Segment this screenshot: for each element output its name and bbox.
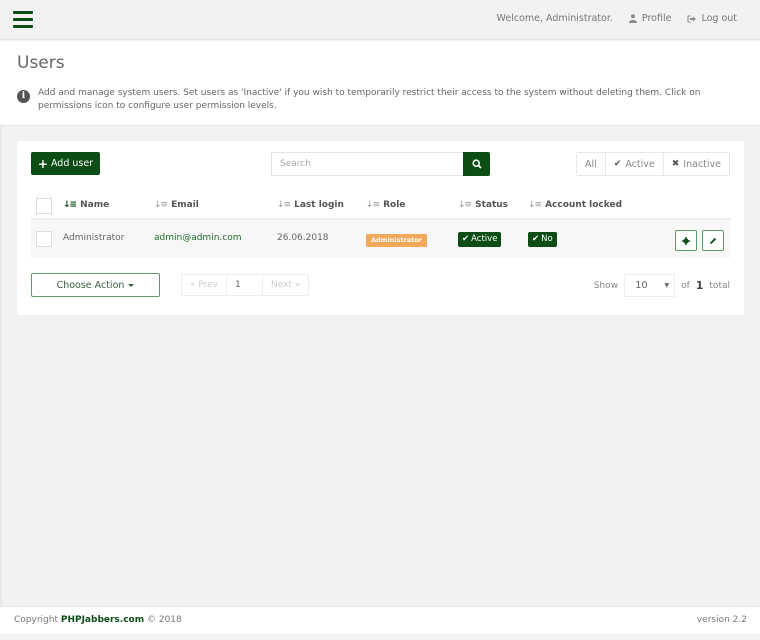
page-title: Users	[17, 53, 65, 73]
top-bar: Welcome, Administrator. Profile Log out	[0, 0, 760, 40]
sort-icon: ↓≡	[528, 200, 542, 210]
column-header-account-locked[interactable]: ↓≡ Account locked	[528, 200, 622, 210]
logout-label: Log out	[701, 13, 737, 24]
per-page-value: 10	[635, 280, 648, 291]
pencil-icon	[710, 237, 717, 244]
of-label: of	[681, 280, 690, 291]
logout-link[interactable]: Log out	[687, 13, 737, 24]
column-label: Last login	[294, 200, 344, 210]
user-icon	[628, 14, 637, 23]
column-label: Email	[171, 200, 199, 210]
account-locked-label: No	[541, 234, 553, 244]
table-row: Administrator admin@admin.com 26.06.2018…	[31, 220, 730, 258]
top-nav: Welcome, Administrator. Profile Log out	[497, 13, 738, 24]
search-input[interactable]	[271, 152, 463, 176]
status-badge[interactable]: ✔ Active	[458, 232, 502, 247]
filter-all-label: All	[585, 158, 597, 170]
check-icon: ✔	[462, 234, 470, 244]
copyright-prefix: Copyright	[14, 615, 58, 625]
copyright-suffix: © 2018	[146, 615, 182, 625]
sort-icon: ↓≡	[277, 200, 291, 210]
per-page-select[interactable]: 10 ▼	[624, 274, 676, 297]
caret-down-icon: ▼	[664, 282, 670, 289]
column-label: Name	[80, 200, 110, 210]
plus-icon: +	[37, 156, 48, 171]
prev-page-button[interactable]: « Prev	[182, 275, 226, 295]
profile-link[interactable]: Profile	[628, 13, 672, 24]
cell-last-login: 26.06.2018	[277, 233, 329, 243]
column-header-name[interactable]: ↓≡ Name	[63, 200, 109, 210]
gear-icon	[682, 236, 690, 245]
total-label: total	[709, 280, 730, 291]
row-checkbox[interactable]	[36, 231, 52, 247]
edit-button[interactable]	[702, 230, 724, 251]
sort-icon: ↓≡	[366, 200, 380, 210]
role-badge: Administrator	[366, 234, 427, 247]
filter-active[interactable]: ✔ Active	[604, 153, 663, 175]
times-icon: ✖	[671, 159, 680, 169]
welcome-text: Welcome, Administrator.	[496, 13, 613, 24]
page-header: Users i Add and manage system users. Set…	[0, 41, 760, 126]
column-header-email[interactable]: ↓≡ Email	[154, 200, 199, 210]
sign-out-icon	[687, 15, 697, 22]
info-text: Add and manage system users. Set users a…	[38, 88, 701, 111]
users-panel: + Add user All ✔Active ✖Inactive ↓≡Name …	[17, 141, 744, 315]
sort-icon: ↓≡	[458, 200, 472, 210]
column-header-role[interactable]: ↓≡ Role	[366, 200, 405, 210]
page-size-control: Show 10 ▼ of 1 total	[594, 274, 730, 297]
filter-active-label: Active	[625, 158, 655, 170]
column-header-last-login[interactable]: ↓≡ Last login	[277, 200, 344, 210]
choose-action-label: Choose Action	[56, 279, 125, 291]
search-icon	[471, 159, 482, 169]
filter-inactive[interactable]: ✖ Inactive	[662, 153, 729, 175]
permissions-button[interactable]	[675, 230, 697, 251]
copyright: Copyright PHPJabbers.com © 2018	[14, 615, 182, 625]
add-user-button[interactable]: + Add user	[31, 152, 100, 175]
check-icon: ✔	[532, 234, 540, 244]
search-button[interactable]	[463, 152, 490, 176]
brand-link[interactable]: PHPJabbers.com	[61, 615, 144, 625]
cell-email[interactable]: admin@admin.com	[154, 233, 241, 243]
search-group	[271, 152, 490, 176]
pagination: « Prev 1 Next »	[181, 274, 310, 296]
column-header-status[interactable]: ↓≡ Status	[458, 200, 508, 210]
status-filter-group: All ✔ Active ✖ Inactive	[576, 152, 730, 176]
users-table: ↓≡ Name ↓≡ Email ↓≡ Last login ↓≡ Role ↓≡ Sta…	[31, 194, 730, 258]
cell-name: Administrator	[63, 233, 125, 243]
hamburger-menu-icon[interactable]	[13, 11, 33, 28]
status-label: Active	[471, 234, 498, 244]
add-user-label: Add user	[50, 158, 94, 169]
column-label: Role	[383, 200, 406, 210]
check-icon: ✔	[613, 159, 622, 169]
profile-label: Profile	[641, 13, 672, 24]
table-header: ↓≡ Name ↓≡ Email ↓≡ Last login ↓≡ Role ↓≡ Sta…	[31, 194, 730, 220]
next-page-button[interactable]: Next »	[262, 275, 308, 295]
left-edge-divider	[0, 126, 2, 606]
info-circle-icon: i	[17, 90, 30, 103]
footer: Copyright PHPJabbers.com © 2018 version …	[0, 606, 760, 634]
column-label: Account locked	[545, 200, 623, 210]
show-label: Show	[593, 280, 619, 291]
select-all-checkbox[interactable]	[36, 198, 52, 214]
caret-down-icon	[128, 283, 135, 287]
page-number-input[interactable]: 1	[226, 275, 262, 295]
version-text: version 2.2	[696, 615, 747, 625]
column-label: Status	[475, 200, 509, 210]
filter-inactive-label: Inactive	[683, 158, 721, 170]
sort-icon: ↓≡	[154, 200, 168, 210]
sort-icon: ↓≡	[63, 200, 77, 210]
choose-action-dropdown[interactable]: Choose Action	[31, 273, 160, 297]
account-locked-badge[interactable]: ✔ No	[528, 232, 557, 247]
filter-all[interactable]: All	[577, 153, 605, 175]
total-count: 1	[695, 279, 704, 292]
